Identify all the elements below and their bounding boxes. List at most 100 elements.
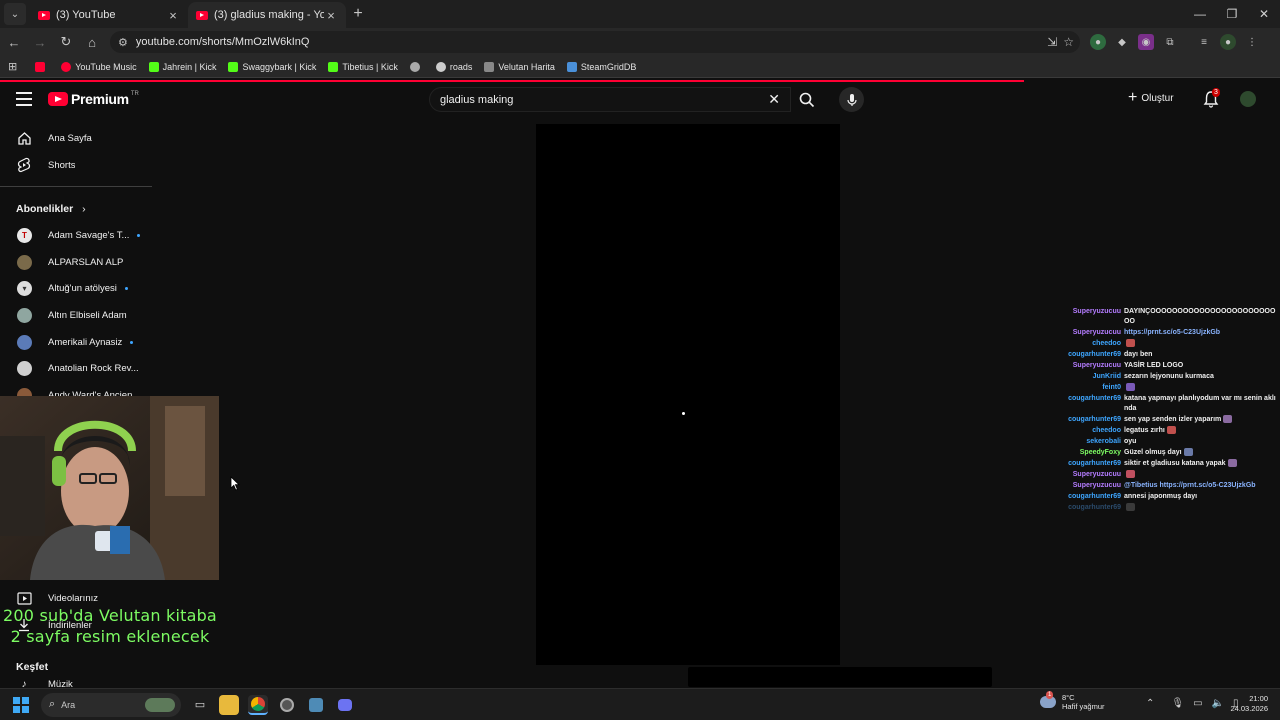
browser-tab-active[interactable]: (3) gladius making - YouTube × (188, 2, 346, 28)
bookmark-youtube-music[interactable]: YouTube Music (61, 61, 137, 72)
chat-text: dayı ben (1124, 350, 1152, 360)
forward-icon[interactable]: → (28, 30, 52, 54)
sidebar-item-label: Müzik (48, 680, 73, 688)
bookmark-star-icon[interactable]: ☆ (1063, 35, 1074, 49)
chat-text: DAYINÇOOOOOOOOOOOOOOOOOOOOOOOOO (1124, 307, 1276, 327)
discord-icon[interactable] (335, 695, 355, 715)
taskbar-search[interactable]: ⌕ Ara (41, 692, 181, 717)
browser-menu-icon[interactable]: ⋮ (1244, 34, 1260, 50)
new-tab-icon[interactable]: + (346, 5, 370, 23)
site-info-icon[interactable]: ⚙ (118, 36, 128, 49)
notification-count-badge: 3 (1212, 88, 1220, 97)
shorts-video-player[interactable] (536, 124, 840, 665)
sidebar-item-shorts[interactable]: Shorts (0, 153, 150, 177)
restore-icon[interactable]: ❐ (1216, 0, 1248, 28)
loading-dot (682, 412, 685, 415)
apps-grid-icon[interactable]: ⊞ (8, 60, 17, 73)
close-window-icon[interactable]: ✕ (1248, 0, 1280, 28)
bookmark-youtube[interactable] (35, 61, 49, 72)
clear-search-icon[interactable]: ✕ (768, 91, 780, 108)
minimize-icon[interactable]: — (1184, 0, 1216, 28)
windows-taskbar: ⌕ Ara ▭ 1 8°C Hafif yağmur ⌃ 🎙 ▭ 🔈 ▯ 21:… (0, 688, 1280, 720)
youtube-favicon-icon (38, 10, 50, 20)
address-bar[interactable]: ⚙ youtube.com/shorts/MmOzlW6kInQ ⇲ ☆ (110, 31, 1080, 53)
bookmark-tibetius-kick[interactable]: Tibetius | Kick (328, 61, 398, 72)
volume-icon[interactable]: 🔈 (1212, 698, 1224, 709)
hamburger-menu-icon[interactable] (16, 92, 32, 106)
chat-text: oyu (1124, 437, 1136, 447)
taskbar-search-label: Ara (61, 699, 76, 710)
youtube-premium-logo[interactable]: Premium TR (48, 91, 139, 107)
chat-username: cougarhunter69 (1068, 460, 1121, 467)
reading-list-icon[interactable]: ≡ (1196, 34, 1212, 50)
youtube-logo-icon (48, 92, 68, 106)
bookmark-swaggybark-kick[interactable]: Swaggybark | Kick (228, 61, 316, 72)
sidebar-subscription[interactable]: Altın Elbiseli Adam (0, 303, 150, 327)
create-button[interactable]: + Oluştur (1128, 90, 1174, 106)
chat-text: YASİR LED LOGO (1124, 361, 1183, 371)
install-app-icon[interactable]: ⇲ (1047, 35, 1057, 49)
chat-text: annesi japonmuş dayı (1124, 492, 1197, 502)
video-bottom-bar (688, 667, 992, 687)
bookmark-jahrein-kick[interactable]: Jahrein | Kick (148, 61, 216, 72)
task-view-icon[interactable]: ▭ (190, 695, 210, 715)
video-icon (16, 590, 32, 606)
subscriptions-heading[interactable]: Abonelikler › (16, 203, 86, 215)
tab-close-icon[interactable]: × (166, 8, 180, 23)
microphone-tray-icon[interactable]: 🎙 (1171, 698, 1184, 709)
back-icon[interactable]: ← (2, 30, 26, 54)
tab-search-button[interactable]: ⌄ (4, 3, 26, 25)
account-avatar[interactable] (1240, 91, 1256, 107)
search-button[interactable] (792, 87, 822, 112)
tab-close-icon[interactable]: × (324, 8, 338, 23)
weather-desc: Hafif yağmur (1062, 702, 1105, 711)
bookmark-roads[interactable]: roads (435, 61, 472, 72)
create-label: Oluştur (1141, 92, 1174, 104)
extension-purple-icon[interactable]: ◉ (1138, 34, 1154, 50)
sidebar-subscription[interactable]: ▾ Altuğ'un atölyesi (0, 276, 150, 300)
weather-widget[interactable]: 1 8°C Hafif yağmur (1040, 691, 1105, 711)
chat-text (1124, 503, 1135, 513)
bookmark-steamgriddb[interactable]: SteamGridDB (566, 61, 636, 72)
chat-message: Superyuzucuu (1052, 470, 1276, 480)
extension-diamond-icon[interactable]: ◆ (1114, 34, 1130, 50)
chat-text[interactable]: https://prnt.sc/o5-C23UjzkGb (1124, 328, 1220, 338)
channel-name: Amerikali Aynasiz (48, 336, 123, 348)
windows-start-icon[interactable] (13, 696, 29, 713)
sidebar-subscription[interactable]: ALPARSLAN ALP (0, 250, 150, 274)
profile-avatar-icon[interactable]: ● (1220, 34, 1236, 50)
chrome-icon[interactable] (248, 694, 268, 715)
bookmark-globe[interactable] (409, 61, 424, 72)
chat-text[interactable]: @Tibetius https://prnt.sc/o5-C23UjzkGb (1124, 481, 1256, 491)
app-icon-red-badge[interactable] (277, 695, 297, 715)
browser-tab[interactable]: (3) YouTube × (30, 2, 188, 28)
sidebar-subscription[interactable]: T Adam Savage's T... (0, 223, 150, 247)
sidebar-subscription[interactable]: Amerikali Aynasiz (0, 330, 150, 354)
bookmark-label: YouTube Music (75, 61, 137, 72)
sidebar-item-music[interactable]: ♪ Müzik (0, 680, 150, 688)
extensions-puzzle-icon[interactable]: ⧉ (1162, 34, 1178, 50)
chevron-right-icon: › (82, 203, 86, 215)
globe-icon (409, 61, 420, 72)
chat-message: SpeedyFoxy Güzel olmuş dayı (1052, 448, 1276, 458)
bookmark-velutan-harita[interactable]: Velutan Harita (484, 61, 555, 72)
map-icon (484, 61, 495, 72)
network-icon[interactable]: ▭ (1193, 698, 1202, 709)
tray-overflow-icon[interactable]: ⌃ (1146, 698, 1154, 709)
chat-emote-icon (1126, 470, 1135, 479)
extension-shield-icon[interactable]: ● (1090, 34, 1106, 50)
taskbar-clock[interactable]: 21:00 24.03.2026 (1230, 694, 1268, 714)
sidebar-item-home[interactable]: Ana Sayfa (0, 126, 150, 150)
microphone-icon (846, 93, 857, 106)
chat-username: sekerobali (1086, 438, 1121, 445)
sidebar-subscription[interactable]: Anatolian Rock Rev... (0, 356, 150, 380)
chat-message: Superyuzucuu DAYINÇOOOOOOOOOOOOOOOOOOOOOO… (1052, 307, 1276, 327)
steam-like-icon[interactable] (306, 695, 326, 715)
reload-icon[interactable]: ↻ (54, 30, 78, 54)
chat-text-content: https://prnt.sc/o5-C23UjzkGb (1124, 329, 1221, 336)
file-explorer-icon[interactable] (219, 694, 239, 715)
voice-search-button[interactable] (839, 87, 864, 112)
sidebar-divider (0, 186, 152, 187)
home-browser-icon[interactable]: ⌂ (80, 30, 104, 54)
search-input[interactable]: gladius making ✕ (429, 87, 791, 112)
